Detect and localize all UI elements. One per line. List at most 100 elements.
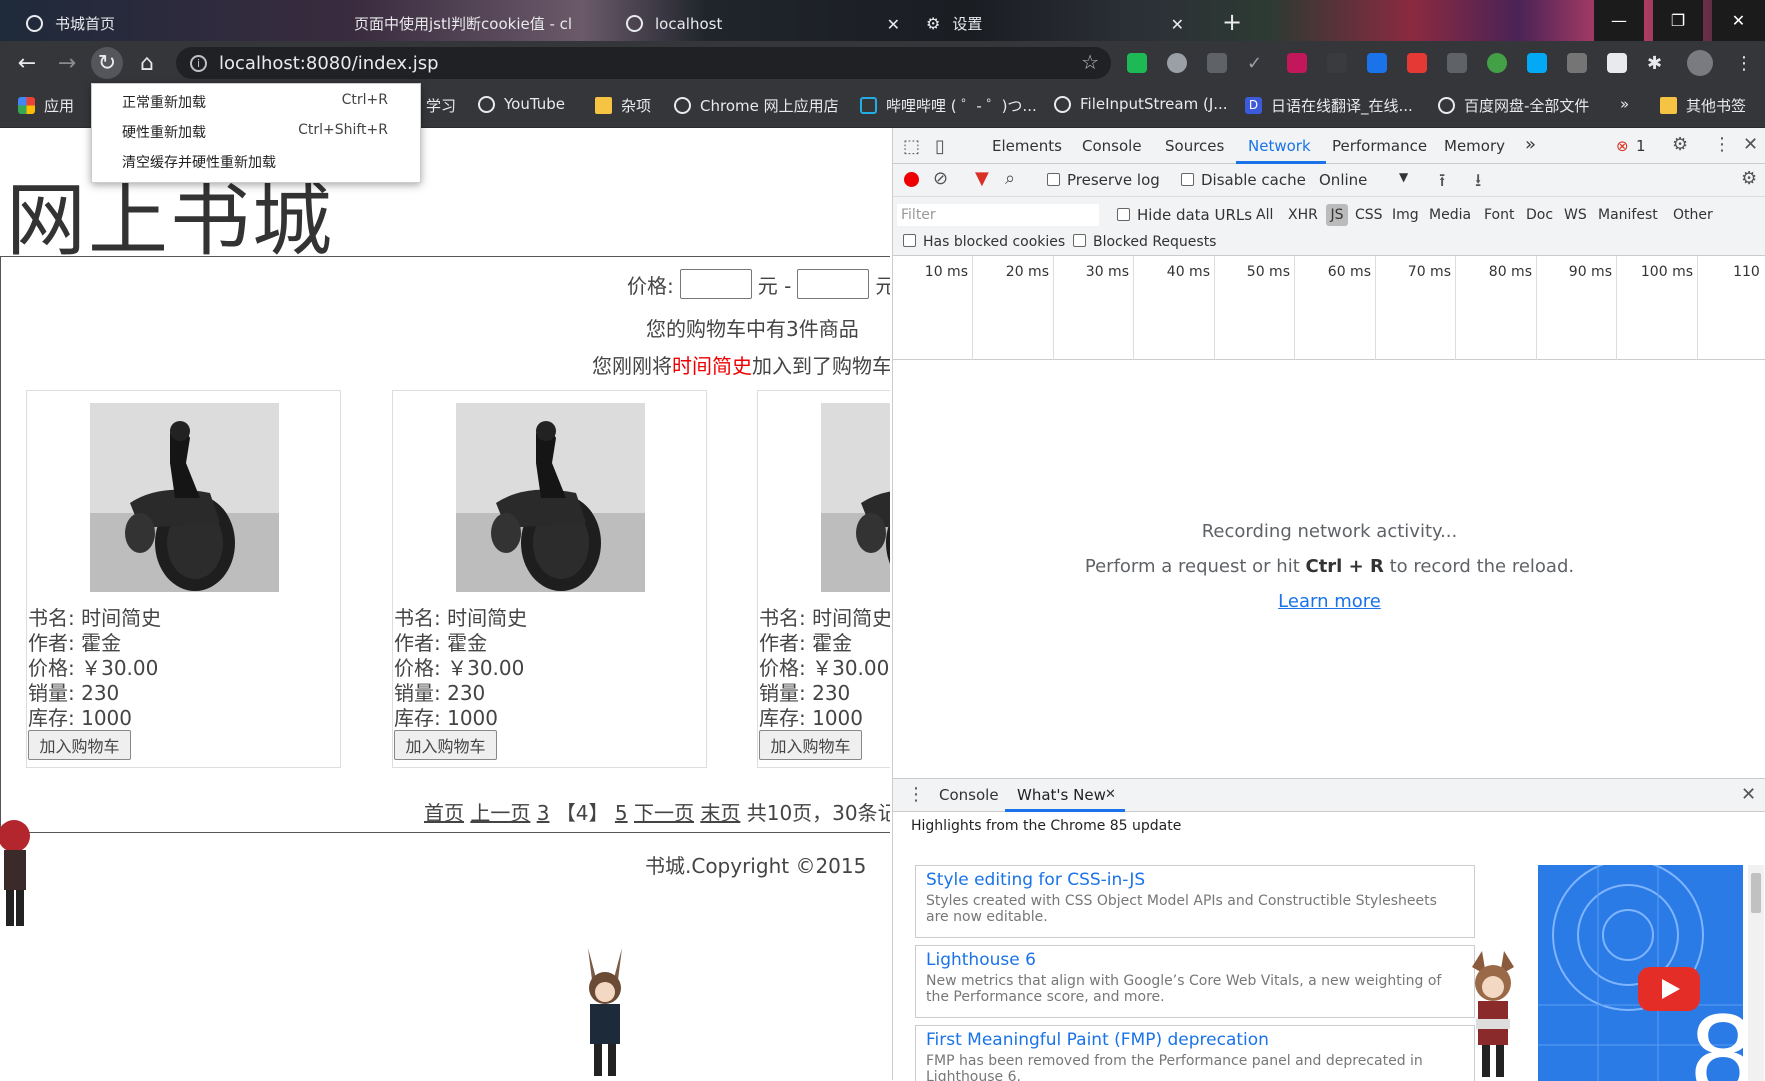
search-icon[interactable]: ⌕ (1005, 168, 1015, 189)
type-filter-img[interactable]: Img (1392, 207, 1419, 223)
news-title[interactable]: Style editing for CSS-in-JS (926, 870, 1464, 890)
min-price-input[interactable] (679, 269, 752, 299)
color-extension-icon[interactable] (1487, 53, 1507, 73)
type-filter-ws[interactable]: WS (1564, 207, 1587, 223)
device-toolbar-icon[interactable]: ▯ (935, 136, 945, 157)
pager-page-3[interactable]: 3 (537, 801, 550, 825)
arrow-extension-icon[interactable] (1527, 53, 1547, 73)
bookmark-misc[interactable]: 杂项 (595, 95, 651, 116)
restore-button[interactable]: ❐ (1653, 0, 1703, 41)
checkbox[interactable] (1181, 173, 1194, 186)
checkbox[interactable] (1073, 234, 1086, 247)
menu-item-empty-cache-hard-reload[interactable]: 清空缓存并硬性重新加载 (122, 152, 276, 172)
new-tab-button[interactable]: + (1222, 8, 1242, 36)
address-bar[interactable]: i localhost:8080/index.jsp ☆ (176, 47, 1111, 79)
add-to-cart-button[interactable]: 加入购物车 (394, 730, 497, 760)
bookmark-apps[interactable]: 应用 (18, 95, 74, 116)
shield-extension-icon[interactable] (1127, 53, 1147, 73)
tab-performance[interactable]: Performance (1332, 137, 1427, 155)
type-filter-all[interactable]: All (1256, 207, 1273, 223)
news-item[interactable]: Style editing for CSS-in-JS Styles creat… (915, 865, 1475, 938)
scrollbar-thumb[interactable] (1751, 873, 1761, 913)
learn-more-link[interactable]: Learn more (1278, 591, 1381, 612)
pager-next[interactable]: 下一页 (634, 801, 694, 825)
disable-cache-checkbox[interactable]: Disable cache (1181, 171, 1306, 189)
grid-extension-icon[interactable] (1207, 53, 1227, 73)
inspect-element-icon[interactable]: ⬚ (903, 136, 920, 157)
type-filter-js[interactable]: JS (1326, 204, 1348, 226)
avatar[interactable] (1687, 50, 1713, 76)
news-title[interactable]: First Meaningful Paint (FMP) deprecation (926, 1030, 1464, 1050)
youtube-play-icon[interactable] (1638, 967, 1700, 1011)
bookmark-japanese-translate[interactable]: D 日语在线翻译_在线... (1245, 95, 1413, 116)
news-item[interactable]: Lighthouse 6 New metrics that align with… (915, 945, 1475, 1018)
type-filter-css[interactable]: CSS (1355, 207, 1383, 223)
settings-icon[interactable]: ⚙ (1672, 134, 1688, 155)
menu-icon[interactable]: ⋮ (1735, 53, 1755, 74)
close-window-button[interactable]: ✕ (1712, 0, 1765, 41)
type-filter-font[interactable]: Font (1484, 207, 1514, 223)
bookmark-baidu-pan[interactable]: 百度网盘-全部文件 (1438, 95, 1589, 116)
home-button[interactable]: ⌂ (131, 47, 163, 79)
checkbox[interactable] (903, 234, 916, 247)
pager-last[interactable]: 末页 (700, 801, 740, 825)
type-filter-xhr[interactable]: XHR (1288, 207, 1318, 223)
drawer-tab-console[interactable]: Console (939, 786, 999, 804)
close-devtools-icon[interactable]: ✕ (1743, 134, 1758, 155)
more-tabs-button[interactable]: » (1525, 134, 1536, 155)
tab-console[interactable]: Console (1082, 137, 1142, 155)
tab-sources[interactable]: Sources (1165, 137, 1224, 155)
extension-icon[interactable] (1327, 53, 1347, 73)
bookmarks-overflow-button[interactable]: » (1620, 95, 1629, 113)
reload-button[interactable]: ↻ (91, 47, 123, 79)
tab-elements[interactable]: Elements (992, 137, 1062, 155)
tab-jstl-cookie[interactable]: 页面中使用jstl判断cookie值 - cl (340, 6, 610, 41)
max-price-input[interactable] (797, 269, 870, 299)
bookmark-bilibili[interactable]: 哔哩哔哩 ( ゜- ゜)つ... (860, 95, 1037, 116)
puzzle-icon[interactable]: ✱ (1647, 53, 1667, 74)
bookmark-youtube[interactable]: YouTube (478, 95, 565, 113)
menu-item-hard-reload[interactable]: 硬性重新加载 (122, 122, 206, 142)
hide-data-urls-checkbox[interactable]: Hide data URLs (1117, 206, 1252, 224)
error-icon[interactable]: ⊗ (1616, 137, 1629, 155)
clear-icon[interactable]: ⊘ (933, 168, 948, 189)
filter-input[interactable]: Filter (897, 204, 1099, 226)
cloud-extension-icon[interactable] (1167, 53, 1187, 73)
bookmark-study[interactable]: 学习 (426, 95, 456, 116)
tab-network[interactable]: Network (1248, 137, 1311, 155)
close-tab-icon[interactable]: ✕ (887, 15, 900, 34)
video-extension-icon[interactable] (1407, 53, 1427, 73)
tab-localhost[interactable]: localhost ✕ (612, 6, 910, 41)
bookmark-star-icon[interactable]: ☆ (1081, 50, 1099, 74)
add-to-cart-button[interactable]: 加入购物车 (28, 730, 131, 760)
import-har-icon[interactable]: ⭱ (1439, 168, 1445, 198)
bookmark-fileinputstream[interactable]: FileInputStream (J... (1054, 95, 1228, 113)
back-button[interactable]: ← (11, 47, 43, 79)
bookmark-extension-icon[interactable] (1607, 53, 1627, 73)
has-blocked-cookies-checkbox[interactable]: Has blocked cookies (903, 234, 1065, 250)
pager-page-5[interactable]: 5 (615, 801, 628, 825)
pager-first[interactable]: 首页 (424, 801, 464, 825)
check-extension-icon[interactable]: ✓ (1247, 53, 1267, 74)
minimize-button[interactable]: — (1594, 0, 1644, 41)
video-thumbnail[interactable]: 8 (1538, 865, 1743, 1081)
close-drawer-icon[interactable]: ✕ (1741, 784, 1756, 805)
extension-icon[interactable] (1447, 53, 1467, 73)
info-icon[interactable]: i (190, 54, 207, 72)
glasses-extension-icon[interactable] (1567, 53, 1587, 73)
export-har-icon[interactable]: ⭳ (1475, 168, 1481, 198)
filter-icon[interactable]: ▼ (975, 168, 989, 189)
tab-memory[interactable]: Memory (1444, 137, 1505, 155)
add-to-cart-button[interactable]: 加入购物车 (759, 730, 862, 760)
bookmark-other[interactable]: 其他书签 (1660, 95, 1746, 116)
record-icon[interactable] (904, 172, 919, 187)
type-filter-manifest[interactable]: Manifest (1598, 207, 1658, 223)
network-settings-icon[interactable]: ⚙ (1741, 168, 1757, 189)
bookmark-chrome-store[interactable]: Chrome 网上应用店 (674, 95, 839, 116)
news-item[interactable]: First Meaningful Paint (FMP) deprecation… (915, 1025, 1475, 1081)
close-tab-icon[interactable]: ✕ (1171, 15, 1184, 34)
drawer-scrollbar[interactable] (1748, 865, 1764, 1081)
type-filter-doc[interactable]: Doc (1526, 207, 1553, 223)
throttling-select[interactable]: Online (1319, 171, 1367, 189)
type-filter-media[interactable]: Media (1429, 207, 1471, 223)
